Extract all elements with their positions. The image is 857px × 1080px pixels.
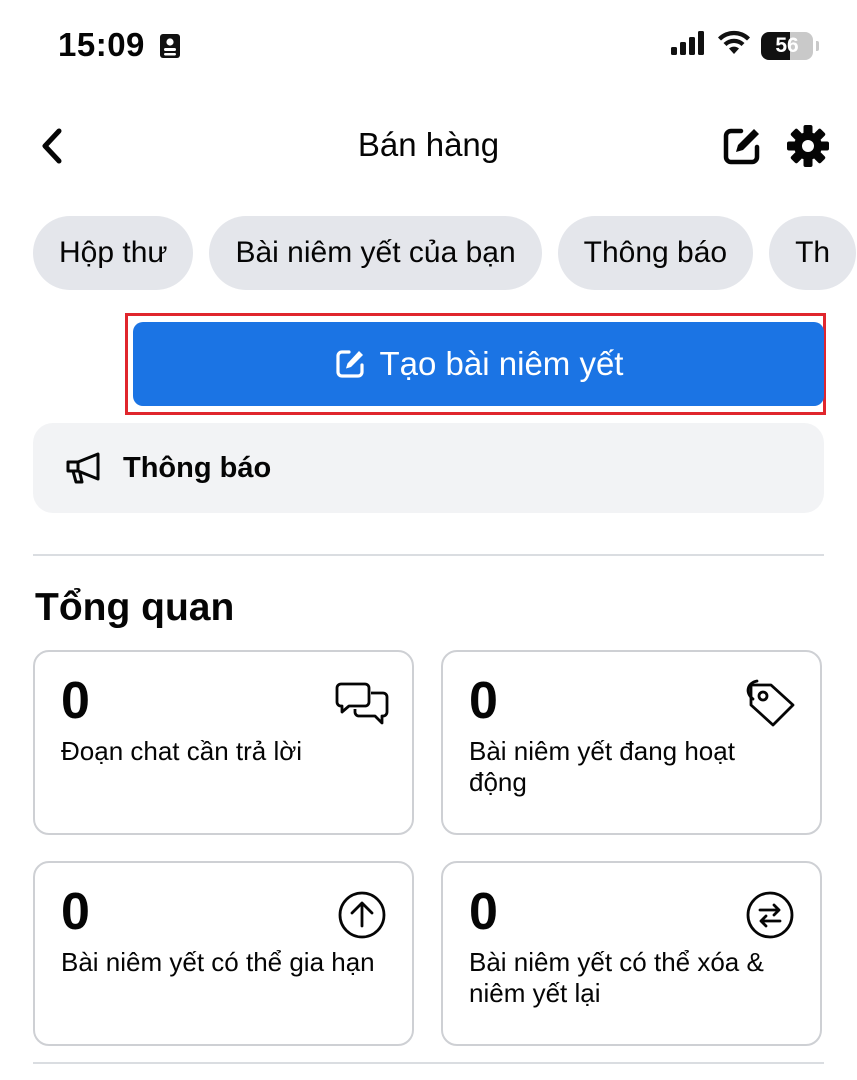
chat-bubbles-icon — [334, 678, 390, 730]
arrow-up-circle-icon — [334, 889, 390, 941]
gear-icon — [787, 125, 829, 167]
settings-button[interactable] — [784, 122, 832, 170]
tab-inbox[interactable]: Hộp thư — [33, 216, 194, 290]
contact-card-icon — [159, 29, 181, 67]
tab-notifications[interactable]: Thông báo — [557, 216, 754, 290]
create-listing-button[interactable]: Tạo bài niêm yết — [133, 322, 824, 406]
compose-button[interactable] — [718, 122, 766, 170]
megaphone-icon — [66, 452, 100, 484]
status-time: 15:09 — [58, 26, 181, 67]
stat-label: Bài niêm yết đang hoạt động — [469, 736, 735, 797]
edit-icon — [335, 350, 364, 378]
tag-icon — [742, 678, 798, 730]
stat-value: 0 — [469, 883, 498, 941]
announcement-row[interactable]: Thông báo — [33, 423, 824, 513]
announcement-label: Thông báo — [123, 451, 272, 484]
tab-your-listings[interactable]: Bài niêm yết của bạn — [209, 216, 542, 290]
create-listing-label: Tạo bài niêm yết — [379, 345, 624, 382]
divider — [33, 1062, 824, 1064]
stat-card-active-listings[interactable]: 0 Bài niêm yết đang hoạt động — [441, 650, 822, 835]
status-indicators: 56 — [671, 30, 819, 61]
tab-bar: Hộp thư Bài niêm yết của bạn Thông báo T… — [33, 216, 857, 290]
tab-more[interactable]: Th — [769, 216, 857, 290]
edit-icon — [723, 128, 760, 165]
stat-card-renewable-listings[interactable]: 0 Bài niêm yết có thể gia hạn — [33, 861, 414, 1046]
stat-value: 0 — [61, 883, 90, 941]
stat-label: Đoạn chat cần trả lời — [61, 736, 303, 766]
battery-icon: 56 — [761, 31, 819, 60]
overview-title: Tổng quan — [35, 586, 235, 629]
stat-card-relist-listings[interactable]: 0 Bài niêm yết có thể xóa & niêm yết lại — [441, 861, 822, 1046]
stat-value: 0 — [469, 672, 498, 730]
stat-label: Bài niêm yết có thể gia hạn — [61, 947, 375, 977]
wifi-icon — [717, 30, 751, 61]
divider — [33, 554, 824, 556]
cellular-signal-icon — [671, 31, 707, 60]
stat-value: 0 — [61, 672, 90, 730]
swap-arrows-circle-icon — [742, 889, 798, 941]
stat-label: Bài niêm yết có thể xóa & niêm yết lại — [469, 947, 764, 1008]
stat-card-chats-to-reply[interactable]: 0 Đoạn chat cần trả lời — [33, 650, 414, 835]
